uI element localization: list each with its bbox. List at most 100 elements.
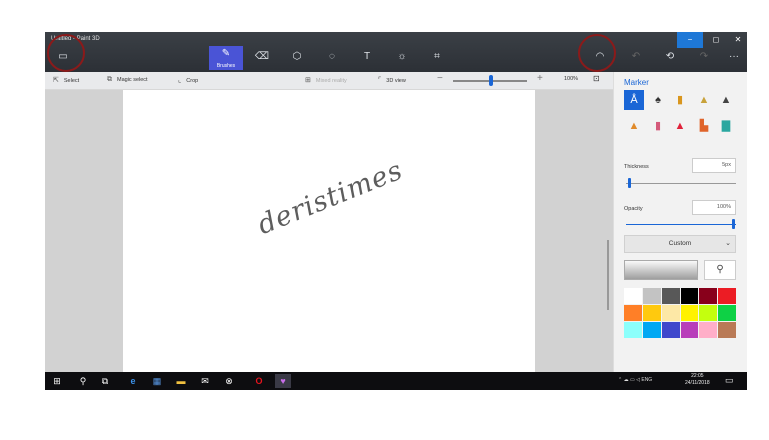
thickness-input[interactable]: 5px bbox=[692, 158, 736, 173]
notification-icon: ▭ bbox=[725, 375, 734, 385]
spray-can-icon: ▙ bbox=[699, 120, 709, 132]
crop-button[interactable]: ⌞ Crop bbox=[178, 76, 198, 84]
panel-title: Marker bbox=[624, 78, 649, 87]
mixed-reality-view-button[interactable]: ⊞ Mixed reality bbox=[305, 76, 347, 84]
canvas-tab[interactable]: ⌗ bbox=[423, 45, 451, 69]
magic-select-icon: ⧉ bbox=[107, 76, 112, 83]
color-swatch[interactable] bbox=[680, 305, 699, 321]
crayon-tool[interactable]: ▮ bbox=[648, 116, 668, 136]
brushes-tab[interactable]: ✎ Brushes bbox=[209, 46, 243, 70]
xbox-button[interactable]: ⊗ bbox=[221, 374, 237, 388]
paint3d-window: Untitled - Paint 3D − ◻ ✕ ▭ ✎ Brushes ⌫ … bbox=[45, 32, 747, 390]
color-swatch[interactable] bbox=[699, 305, 718, 321]
vertical-scrollbar[interactable] bbox=[607, 240, 609, 310]
task-view-button[interactable]: ⧉ bbox=[97, 374, 113, 388]
color-swatch[interactable] bbox=[699, 322, 718, 338]
search-button[interactable]: ⚲ bbox=[75, 374, 91, 388]
oil-brush-tool[interactable]: ♠ bbox=[648, 90, 668, 110]
tray-chevron-up-icon: ⌃ bbox=[618, 377, 623, 383]
thickness-slider-track[interactable] bbox=[626, 183, 736, 184]
thickness-slider-thumb[interactable] bbox=[628, 178, 631, 188]
opacity-slider-thumb[interactable] bbox=[732, 219, 735, 229]
3d-view-button[interactable]: ⌜ 3D view bbox=[378, 76, 406, 84]
paint3d-icon: ♥ bbox=[280, 376, 286, 386]
fill-tool[interactable]: ▇ bbox=[716, 116, 736, 136]
color-swatch[interactable] bbox=[661, 288, 680, 304]
annotation-circle-mixed-reality bbox=[578, 34, 616, 72]
pencil-tool[interactable]: ▲ bbox=[716, 90, 736, 110]
effects-tab[interactable]: ☼ bbox=[388, 45, 416, 69]
3d-shapes-tab[interactable]: ⬡ bbox=[283, 45, 311, 69]
fit-to-window-button[interactable]: ⊡ bbox=[593, 74, 600, 83]
annotation-circle-menu bbox=[47, 34, 85, 72]
color-swatch[interactable] bbox=[624, 288, 642, 304]
marker-tool[interactable]: ▲ bbox=[670, 116, 690, 136]
edge-button[interactable]: e bbox=[125, 374, 141, 388]
calligraphy-pen-tool[interactable]: Å bbox=[624, 90, 644, 110]
undo-button[interactable]: ↶ bbox=[622, 45, 650, 69]
store-button[interactable]: ▦ bbox=[149, 374, 165, 388]
color-swatch[interactable] bbox=[642, 288, 661, 304]
stickers-tab[interactable]: ◌ bbox=[318, 45, 346, 69]
color-swatch[interactable] bbox=[718, 305, 736, 321]
thickness-label: Thickness bbox=[624, 164, 649, 170]
text-tab[interactable]: T bbox=[353, 45, 381, 69]
marker-icon: ▲ bbox=[674, 120, 686, 132]
spray-can-tool[interactable]: ▙ bbox=[694, 116, 714, 136]
color-swatch[interactable] bbox=[661, 305, 680, 321]
redo-icon: ↷ bbox=[699, 51, 709, 62]
magic-select-button[interactable]: ⧉ Magic select bbox=[107, 76, 148, 84]
color-swatch[interactable] bbox=[642, 305, 661, 321]
color-swatch[interactable] bbox=[699, 288, 718, 304]
select-icon: ⇱ bbox=[53, 77, 59, 84]
brush-panel: Marker Å ♠ ▮ ▲ ▲ ▲ ▮ ▲ ▙ ▇ Thickness 5px… bbox=[613, 72, 747, 390]
color-mode-label: Custom bbox=[668, 240, 692, 247]
zoom-in-button[interactable]: + bbox=[537, 73, 543, 84]
zoom-slider-thumb[interactable] bbox=[489, 75, 493, 86]
redo-button[interactable]: ↷ bbox=[690, 45, 718, 69]
history-button[interactable]: ⟲ bbox=[656, 45, 684, 69]
color-swatch[interactable] bbox=[718, 322, 736, 338]
zoom-out-button[interactable]: − bbox=[437, 73, 443, 84]
select-label: Select bbox=[63, 78, 80, 84]
clock[interactable]: 22:05 24/11/2018 bbox=[685, 373, 710, 387]
mail-button[interactable]: ✉ bbox=[197, 374, 213, 388]
top-toolbar: Untitled - Paint 3D − ◻ ✕ ▭ ✎ Brushes ⌫ … bbox=[45, 32, 747, 72]
windows-taskbar: ⊞ ⚲ ⧉ e ▦ ▬ ✉ ⊗ O ♥ ⌃ ☁ ▭ ◁ ENG 22:05 24… bbox=[45, 372, 747, 390]
text-icon: T bbox=[363, 51, 371, 62]
pixel-pen-tool[interactable]: ▲ bbox=[694, 90, 714, 110]
file-explorer-button[interactable]: ▬ bbox=[173, 374, 189, 388]
paint3d-taskbar-button[interactable]: ♥ bbox=[275, 374, 291, 388]
network-icon: ▭ bbox=[629, 377, 635, 383]
color-swatch[interactable] bbox=[624, 305, 642, 321]
pixel-pen-icon: ▲ bbox=[698, 94, 710, 106]
color-swatch[interactable] bbox=[624, 322, 642, 338]
color-swatch[interactable] bbox=[680, 288, 699, 304]
select-button[interactable]: ⇱ Select bbox=[53, 76, 79, 84]
canvas-toolbar: ⇱ Select ⧉ Magic select ⌞ Crop ⊞ Mixed reali… bbox=[45, 72, 613, 90]
eraser-tool[interactable]: ▲ bbox=[624, 116, 644, 136]
color-swatch[interactable] bbox=[661, 322, 680, 338]
2d-shapes-tab[interactable]: ⌫ bbox=[248, 45, 276, 69]
system-tray[interactable]: ⌃ ☁ ▭ ◁ ENG bbox=[618, 377, 652, 383]
effects-icon: ☼ bbox=[397, 51, 407, 62]
mixed-reality-label: Mixed reality bbox=[315, 78, 347, 84]
eyedropper-button[interactable]: ⚲ bbox=[704, 260, 736, 280]
more-button[interactable]: ··· bbox=[720, 45, 747, 69]
drawing-canvas[interactable]: deristimes bbox=[123, 90, 535, 372]
start-button[interactable]: ⊞ bbox=[49, 374, 65, 388]
store-icon: ▦ bbox=[152, 376, 162, 386]
color-mode-dropdown[interactable]: Custom ⌄ bbox=[624, 235, 736, 253]
pencil-icon: ▲ bbox=[720, 94, 732, 106]
fit-icon: ⊡ bbox=[593, 74, 600, 83]
stickers-icon: ◌ bbox=[329, 51, 335, 62]
notifications-button[interactable]: ▭ bbox=[725, 375, 734, 386]
color-swatch[interactable] bbox=[718, 288, 736, 304]
color-swatch[interactable] bbox=[680, 322, 699, 338]
opacity-input[interactable]: 100% bbox=[692, 200, 736, 215]
opacity-slider-track[interactable] bbox=[626, 224, 736, 225]
handwriting-stroke: deristimes bbox=[253, 154, 408, 241]
watercolor-tool[interactable]: ▮ bbox=[670, 90, 690, 110]
color-swatch[interactable] bbox=[642, 322, 661, 338]
opera-button[interactable]: O bbox=[251, 374, 267, 388]
